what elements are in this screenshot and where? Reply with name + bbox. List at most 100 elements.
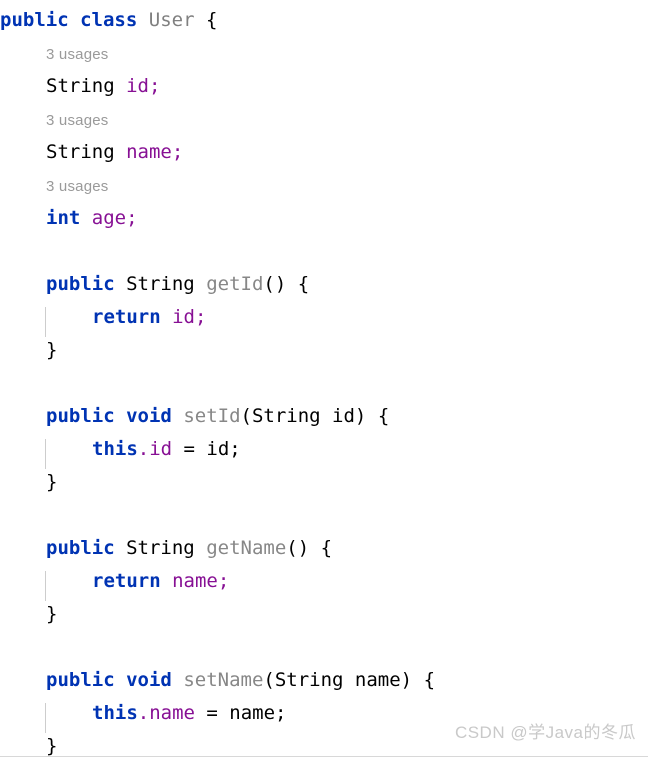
brace-open-getname: { <box>320 537 333 559</box>
code-line-getname-close[interactable]: } <box>0 598 648 631</box>
code-line-blank[interactable] <box>0 631 648 664</box>
code-line-class-declaration[interactable]: public class User { <box>0 4 648 37</box>
field-name-id: id <box>126 75 149 97</box>
csdn-watermark: CSDN @学Java的冬瓜 <box>454 723 636 742</box>
code-line-method-setname-signature[interactable]: public void setName(String name) { <box>0 664 648 697</box>
code-line-setid-close[interactable]: } <box>0 466 648 499</box>
inlay-hint-usages-age[interactable]: 3 usages <box>0 169 648 202</box>
return-type-string: String <box>126 537 195 559</box>
brace-open-setid: { <box>377 405 390 427</box>
brace-close-getname: } <box>46 603 58 625</box>
modifier-public: public <box>46 405 115 427</box>
semicolon: ; <box>148 75 161 97</box>
modifier-public: public <box>46 273 115 295</box>
brace-close-setname: } <box>46 735 58 757</box>
usages-hint-label: 3 usages <box>46 178 109 195</box>
return-type-string: String <box>126 273 195 295</box>
brace-open-class: { <box>205 9 218 31</box>
field-reference-id: .id <box>137 438 173 460</box>
inlay-hint-usages-name[interactable]: 3 usages <box>0 103 648 136</box>
class-name-user: User <box>148 9 195 31</box>
type-string: String <box>46 75 115 97</box>
indent-guide-setname <box>45 703 46 733</box>
code-line-blank[interactable] <box>0 499 648 532</box>
code-line-method-setid-signature[interactable]: public void setId(String id) { <box>0 400 648 433</box>
field-reference-id: id <box>172 306 195 328</box>
semicolon: ; <box>171 141 184 163</box>
keyword-public: public <box>0 9 69 31</box>
code-line-blank[interactable] <box>0 367 648 400</box>
code-line-method-getname-signature[interactable]: public String getName() { <box>0 532 648 565</box>
modifier-public: public <box>46 669 115 691</box>
keyword-return: return <box>92 306 161 328</box>
code-line-field-age[interactable]: int age; <box>0 202 648 235</box>
code-line-getid-close[interactable]: } <box>0 334 648 367</box>
usages-hint-label: 3 usages <box>46 46 109 63</box>
method-params-getid: () <box>263 273 287 295</box>
code-line-field-id[interactable]: String id; <box>0 70 648 103</box>
keyword-this: this <box>92 702 138 724</box>
field-reference-name: name <box>172 570 218 592</box>
indent-guide-setid <box>45 439 46 469</box>
method-params-setid: (String id) <box>240 405 367 427</box>
field-name-name: name <box>126 141 172 163</box>
usages-hint-label: 3 usages <box>46 112 109 129</box>
assignment-expression: = id; <box>172 438 241 460</box>
field-reference-name: .name <box>137 702 195 724</box>
keyword-int: int <box>46 207 81 229</box>
method-name-setid: setId <box>183 405 241 427</box>
brace-close-setid: } <box>46 471 58 493</box>
modifier-public: public <box>46 537 115 559</box>
code-line-getid-return[interactable]: return id; <box>0 301 648 334</box>
return-type-void: void <box>126 405 172 427</box>
code-line-setid-assign[interactable]: this.id = id; <box>0 433 648 466</box>
code-line-field-name[interactable]: String name; <box>0 136 648 169</box>
code-line-method-getid-signature[interactable]: public String getId() { <box>0 268 648 301</box>
type-string: String <box>46 141 115 163</box>
brace-close-getid: } <box>46 339 58 361</box>
inlay-hint-usages-id[interactable]: 3 usages <box>0 37 648 70</box>
method-name-getname: getName <box>206 537 287 559</box>
brace-open-setname: { <box>423 669 436 691</box>
method-name-getid: getId <box>206 273 264 295</box>
semicolon: ; <box>194 306 207 328</box>
semicolon: ; <box>217 570 230 592</box>
keyword-this: this <box>92 438 138 460</box>
method-params-getname: () <box>286 537 310 559</box>
keyword-return: return <box>92 570 161 592</box>
indent-guide-getname <box>45 571 46 601</box>
field-name-age: age <box>91 207 127 229</box>
brace-open-getid: { <box>297 273 310 295</box>
method-params-setname: (String name) <box>263 669 413 691</box>
assignment-expression: = name; <box>194 702 287 724</box>
method-name-setname: setName <box>183 669 264 691</box>
code-line-getname-return[interactable]: return name; <box>0 565 648 598</box>
code-content[interactable]: public class User { 3 usages String id; … <box>0 4 648 757</box>
semicolon: ; <box>126 207 138 229</box>
code-editor-canvas[interactable]: public class User { 3 usages String id; … <box>0 0 648 757</box>
code-line-blank[interactable] <box>0 235 648 268</box>
indent-guide-getid <box>45 307 46 337</box>
return-type-void: void <box>126 669 172 691</box>
keyword-class: class <box>80 9 138 31</box>
